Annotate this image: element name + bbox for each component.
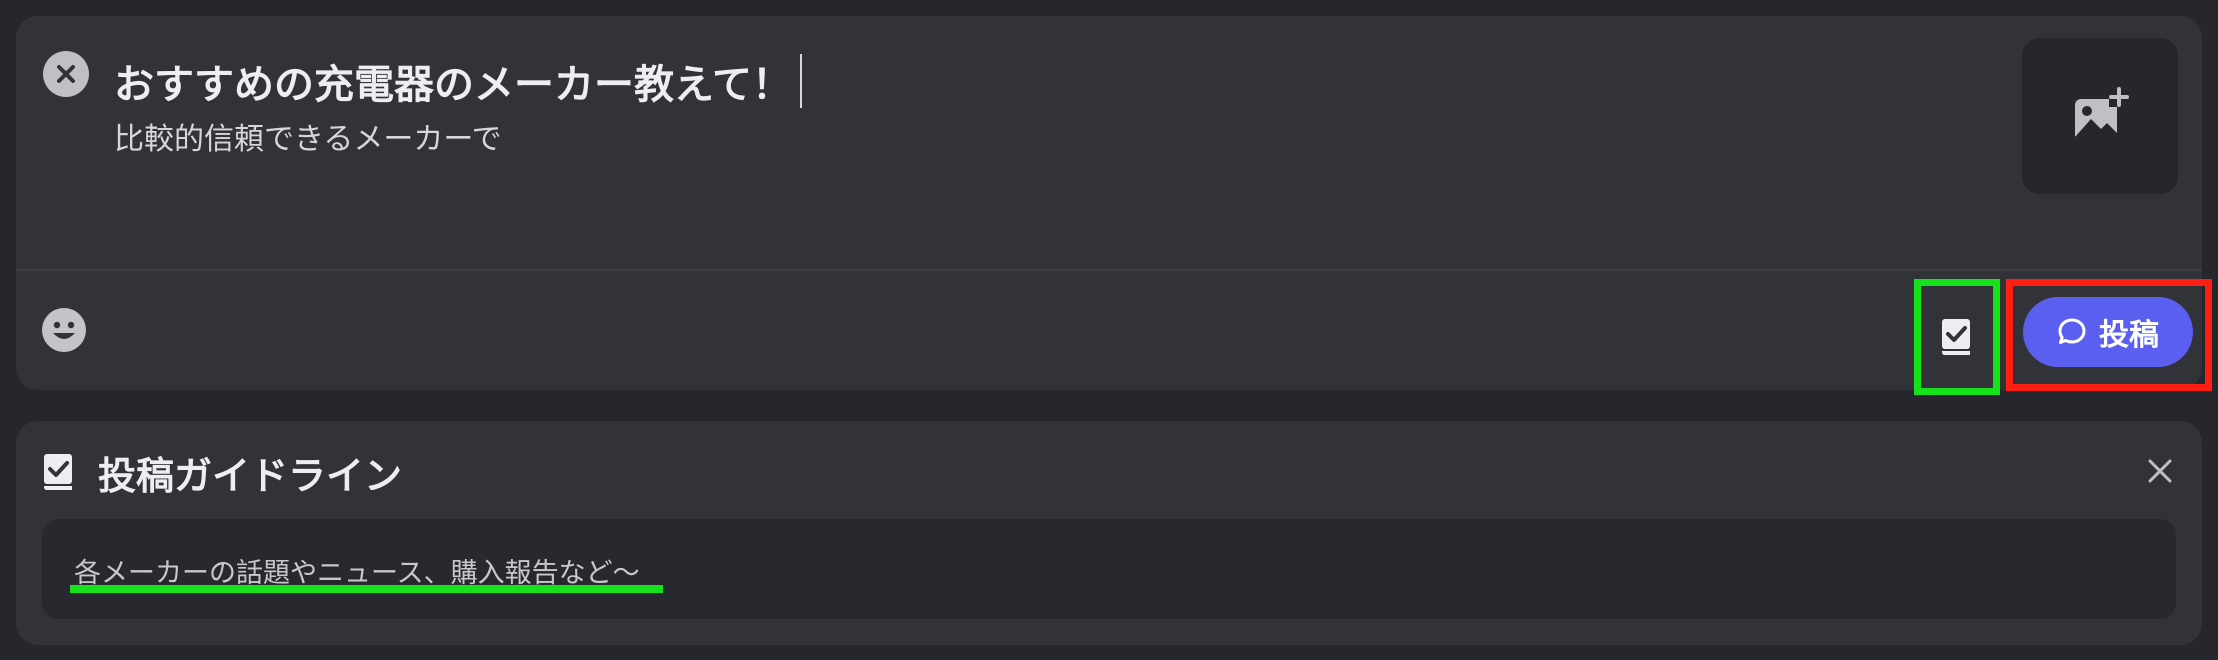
chat-bubble-icon (2058, 318, 2086, 344)
post-title-input[interactable]: おすすめの充電器のメーカー教えて！ (114, 52, 802, 110)
clear-post-button[interactable] (43, 51, 89, 97)
guideline-body: 各メーカーの話題やニュース、購入報告など〜 (42, 519, 2176, 619)
post-body-text: 比較的信頼できるメーカーで (114, 122, 502, 157)
post-button-label: 投稿 (2099, 318, 2159, 353)
text-caret (800, 54, 802, 108)
close-icon (2148, 459, 2172, 483)
add-image-button[interactable] (2022, 38, 2178, 194)
composer-divider (16, 269, 2202, 271)
guideline-panel: 投稿ガイドライン 各メーカーの話題やニュース、購入報告など〜 (16, 421, 2202, 645)
checklist-book-icon (1942, 319, 1970, 355)
smiley-icon (42, 308, 86, 352)
guideline-close-button[interactable] (2146, 457, 2174, 485)
post-body-input[interactable]: 比較的信頼できるメーカーで (114, 114, 502, 158)
emoji-button[interactable] (41, 307, 87, 353)
image-add-icon (2075, 87, 2129, 141)
post-title-text: おすすめの充電器のメーカー教えて！ (114, 62, 792, 108)
guideline-toggle-button[interactable] (1914, 279, 2000, 395)
guideline-title: 投稿ガイドライン (98, 454, 403, 498)
guideline-text-highlight (70, 585, 663, 593)
checklist-book-icon (44, 454, 72, 490)
post-composer: おすすめの充電器のメーカー教えて！ 比較的信頼できるメーカーで 投稿 (16, 16, 2212, 395)
post-button[interactable]: 投稿 (2023, 297, 2193, 367)
close-circle-icon (57, 65, 75, 83)
